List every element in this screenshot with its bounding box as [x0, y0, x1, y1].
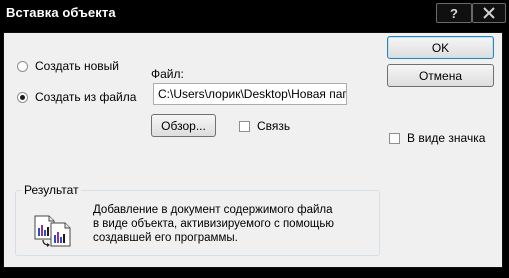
display-as-icon-box[interactable]	[389, 132, 400, 144]
file-label: Файл:	[151, 67, 184, 81]
display-as-icon-label: В виде значка	[407, 131, 486, 145]
embedded-object-icon	[34, 215, 71, 247]
link-checkbox-label: Связь	[257, 119, 291, 133]
radio-create-from-file-circle[interactable]	[17, 91, 28, 103]
result-line: создавшей его программы.	[93, 232, 238, 244]
radio-create-from-file-label: Создать из файла	[35, 90, 137, 104]
result-group: Результат Добавление в документ содержим…	[15, 183, 380, 256]
radio-create-new-circle[interactable]	[17, 60, 28, 72]
result-description: Добавление в документ содержимого файла …	[93, 203, 373, 245]
window-title: Вставка объекта	[6, 5, 116, 20]
radio-create-new-label: Создать новый	[35, 59, 119, 73]
close-button[interactable]	[472, 3, 506, 23]
display-as-icon-checkbox[interactable]: В виде значка	[389, 131, 485, 145]
help-button[interactable]: ?	[436, 3, 472, 23]
result-line: Добавление в документ содержимого файла	[93, 204, 333, 216]
link-checkbox-box[interactable]	[239, 120, 250, 132]
ok-button[interactable]: OK	[387, 36, 494, 59]
title-bar[interactable]: Вставка объекта ?	[0, 0, 509, 32]
result-legend: Результат	[22, 183, 81, 197]
dialog-body: Создать новый Создать из файла Файл: C:\…	[3, 32, 503, 268]
cancel-button[interactable]: Отмена	[387, 64, 494, 87]
help-icon: ?	[450, 5, 458, 21]
browse-button[interactable]: Обзор...	[151, 114, 216, 137]
file-path-value: C:\Users\лорик\Desktop\Новая папка	[158, 87, 347, 101]
insert-object-dialog: Вставка объекта ? Создать новый Создать …	[0, 0, 509, 278]
radio-create-new[interactable]: Создать новый	[17, 59, 119, 73]
link-checkbox[interactable]: Связь	[239, 119, 290, 133]
radio-create-from-file[interactable]: Создать из файла	[17, 90, 136, 104]
file-path-field[interactable]: C:\Users\лорик\Desktop\Новая папка	[153, 83, 347, 105]
close-icon	[483, 7, 495, 19]
result-line: в виде объекта, активизируемого с помощь…	[93, 218, 334, 230]
